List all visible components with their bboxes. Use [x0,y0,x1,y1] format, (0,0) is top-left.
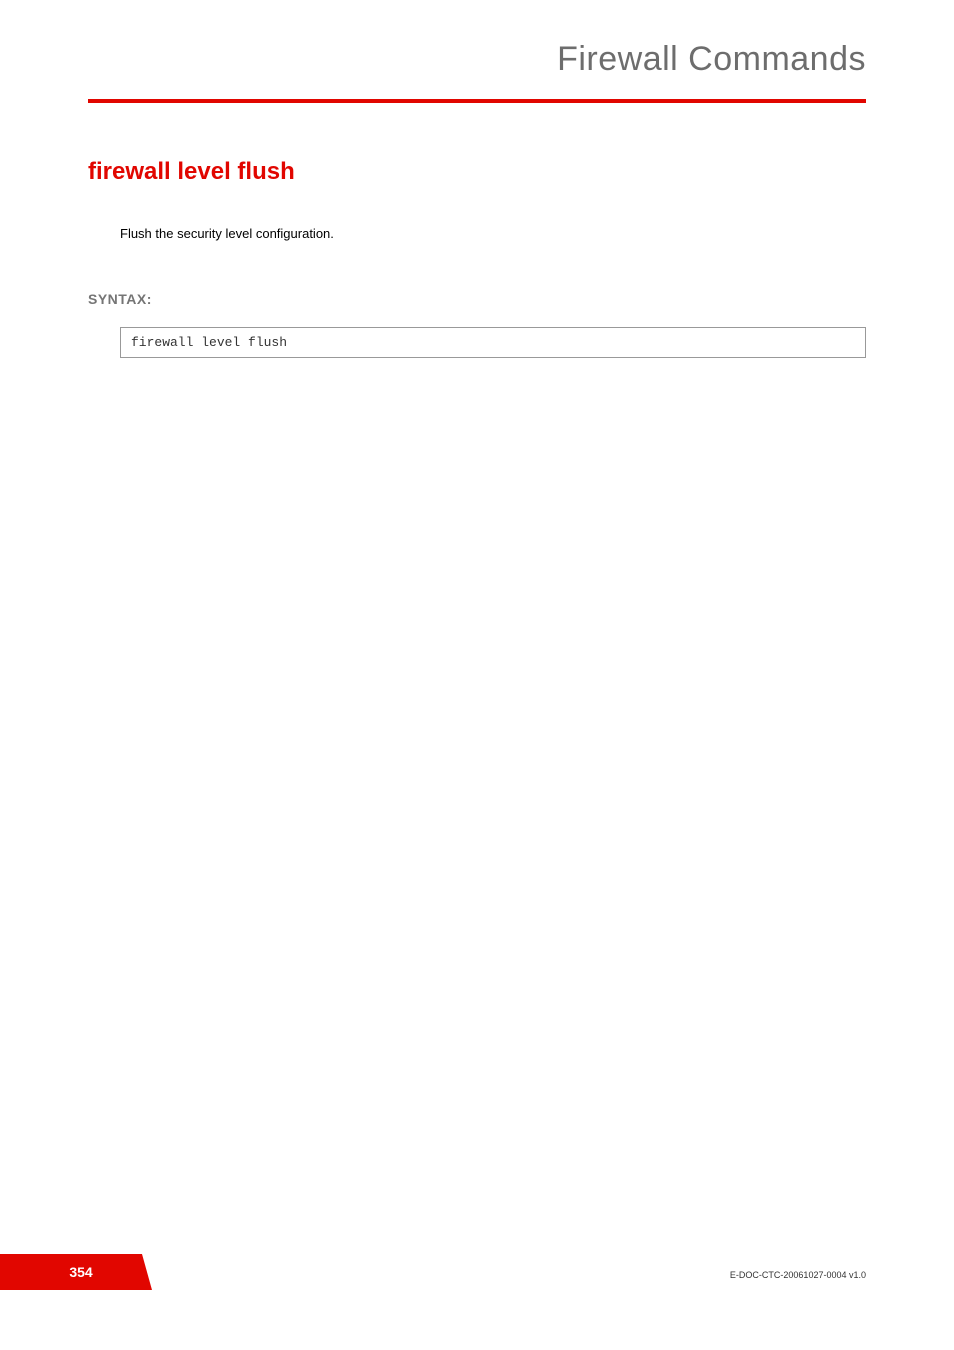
syntax-code: firewall level flush [131,335,287,350]
page-number: 354 [69,1264,92,1280]
section-title: Firewall Commands [0,40,866,79]
command-title: firewall level flush [88,158,866,186]
syntax-box: firewall level flush [120,327,866,358]
page-footer: 354 E-DOC-CTC-20061027-0004 v1.0 [0,1254,954,1290]
document-id: E-DOC-CTC-20061027-0004 v1.0 [730,1270,866,1280]
page-header: Firewall Commands [0,0,954,99]
syntax-label: SYNTAX: [88,291,866,307]
page-number-tab: 354 [0,1254,142,1290]
content-area: firewall level flush Flush the security … [0,103,954,358]
command-description: Flush the security level configuration. [120,226,866,241]
